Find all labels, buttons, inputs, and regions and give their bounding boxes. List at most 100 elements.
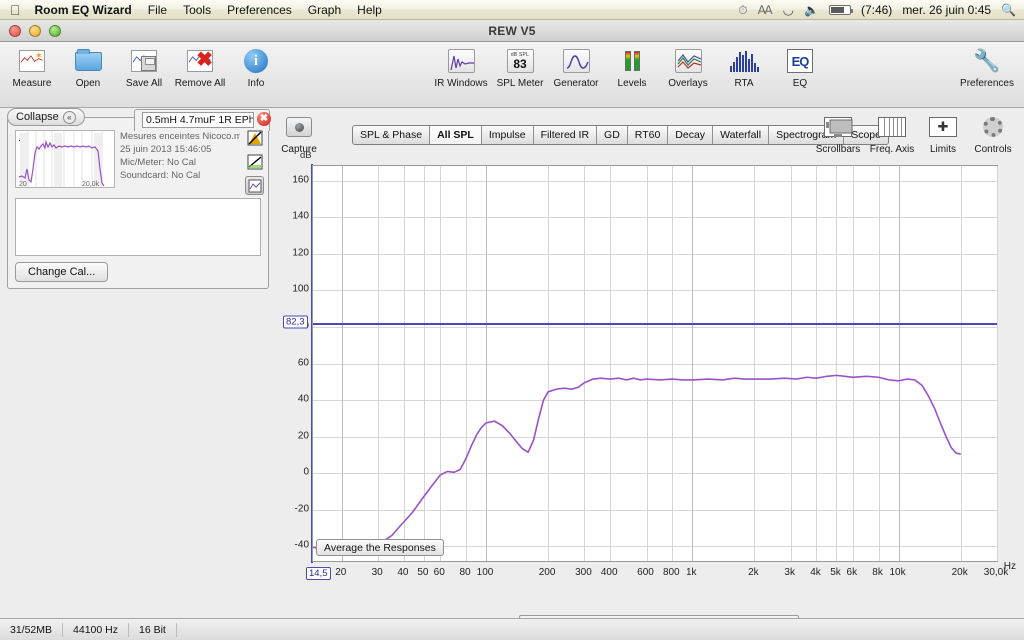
x-tick-label: 60	[433, 567, 445, 578]
notes-field[interactable]	[15, 198, 261, 256]
remove-all-label: Remove All	[174, 78, 226, 89]
limits-label: Limits	[929, 144, 957, 155]
x-start-tag[interactable]: 14,5	[306, 567, 331, 580]
freq-axis-button[interactable]: Freq. Axis	[864, 112, 920, 155]
eq-label: EQ	[792, 78, 808, 89]
apple-menu-icon[interactable]: 	[10, 3, 21, 17]
open-button[interactable]: Open	[60, 46, 116, 89]
tab-waterfall[interactable]: Waterfall	[713, 126, 770, 144]
menubar-clock[interactable]: mer. 26 juin 0:45	[902, 3, 991, 17]
plot-area[interactable]	[312, 165, 998, 562]
menu-item-graph[interactable]: Graph	[308, 3, 341, 17]
limits-button[interactable]: ✚ Limits	[920, 112, 966, 155]
remove-all-button[interactable]: ✖ Remove All	[172, 46, 228, 89]
overlays-icon	[673, 46, 703, 76]
menu-item-help[interactable]: Help	[357, 3, 382, 17]
x-tick-label: 2k	[748, 567, 759, 578]
measure-button[interactable]: ✶ Measure	[4, 46, 60, 89]
tab-spl-phase[interactable]: SPL & Phase	[353, 126, 431, 144]
x-tick-label: 4k	[810, 567, 821, 578]
graph-tabstrip: SPL & Phase All SPL Impulse Filtered IR …	[352, 125, 889, 145]
tab-rt60[interactable]: RT60	[627, 126, 669, 144]
save-all-button[interactable]: Save All	[116, 46, 172, 89]
tab-all-spl[interactable]: All SPL	[430, 126, 482, 144]
x-tick-label: 40	[397, 567, 409, 578]
y-tick-label: 120	[292, 247, 309, 259]
change-cal-button[interactable]: Change Cal...	[15, 262, 109, 282]
measurement-thumbnail[interactable]: 1 20 20,0k	[15, 130, 115, 188]
eq-button[interactable]: EQ EQ	[772, 46, 828, 89]
overlays-button[interactable]: Overlays	[660, 46, 716, 89]
wifi-icon[interactable]: ◡	[783, 2, 794, 18]
scale-icon[interactable]	[245, 128, 264, 147]
average-responses-label: Average the Responses	[324, 541, 436, 554]
ruler-icon[interactable]	[245, 176, 264, 195]
level-marker-line[interactable]	[313, 322, 997, 325]
remove-all-icon: ✖	[185, 46, 215, 76]
menu-app-name[interactable]: Room EQ Wizard	[35, 3, 132, 17]
y-tick-label: 0	[303, 466, 309, 478]
measurement-meta: Mesures enceintes Nicoco.m 25 juin 2013 …	[120, 130, 240, 182]
rta-icon	[729, 46, 759, 76]
status-samplerate: 44100 Hz	[73, 623, 118, 636]
level-marker-tag[interactable]: 82,3	[283, 315, 308, 329]
tab-decay[interactable]: Decay	[668, 126, 714, 144]
status-bar: 31/52MB 44100 Hz 16 Bit	[0, 618, 1024, 640]
x-tick-label: 30	[371, 567, 383, 578]
x-tick-label: 800	[662, 567, 680, 578]
controls-gear-icon	[978, 112, 1008, 142]
spl-meter-button[interactable]: dB SPL 83 SPL Meter	[492, 46, 548, 89]
x-tick-label: 1k	[686, 567, 697, 578]
svg-text:20,0k: 20,0k	[82, 181, 100, 188]
chevron-double-left-icon: «	[62, 110, 76, 124]
spl-meter-value: 83	[513, 56, 527, 71]
generator-label: Generator	[553, 78, 599, 89]
measurement-side-buttons	[245, 128, 264, 195]
svg-text:20: 20	[19, 181, 27, 188]
bluetooth-icon[interactable]: Ꜳ	[758, 4, 773, 16]
spotlight-icon[interactable]: 🔍	[1001, 4, 1016, 16]
battery-icon[interactable]	[828, 4, 853, 15]
capture-button[interactable]: Capture	[278, 112, 320, 155]
info-button[interactable]: i Info	[228, 46, 284, 89]
x-tick-label: 20k	[951, 567, 968, 578]
generator-icon	[561, 46, 591, 76]
x-tick-label: 100	[476, 567, 494, 578]
y-tick-label: -40	[294, 539, 309, 551]
info-label: Info	[247, 78, 265, 89]
open-label: Open	[75, 78, 101, 89]
controls-button[interactable]: Controls	[966, 112, 1020, 155]
x-tick-label: 6k	[846, 567, 858, 578]
y-tick-label: 20	[297, 430, 309, 442]
time-machine-icon[interactable]: ⏱	[738, 4, 747, 16]
app-window: REW V5 ✶ Measure Open Save All ✖ Remove …	[0, 20, 1024, 640]
menu-item-tools[interactable]: Tools	[183, 3, 211, 17]
tab-gd[interactable]: GD	[597, 126, 628, 144]
preferences-label: Preferences	[960, 78, 1014, 89]
scrollbars-icon	[823, 112, 853, 142]
x-tick-label: 5k	[830, 567, 841, 578]
menu-item-preferences[interactable]: Preferences	[227, 3, 292, 17]
menu-item-file[interactable]: File	[148, 3, 167, 17]
levels-label: Levels	[617, 78, 647, 89]
x-tick-label: 3k	[784, 567, 795, 578]
levels-button[interactable]: Levels	[604, 46, 660, 89]
y-axis-unit: dB	[300, 150, 312, 161]
rta-label: RTA	[734, 78, 754, 89]
measurement-name-field[interactable]: 0.5mH 4.7muF 1R EPh	[142, 112, 254, 128]
close-icon[interactable]: ✖	[257, 112, 271, 126]
generator-button[interactable]: Generator	[548, 46, 604, 89]
rta-button[interactable]: RTA	[716, 46, 772, 89]
offset-icon[interactable]	[245, 152, 264, 171]
preferences-button[interactable]: 🔧 Preferences	[954, 46, 1020, 89]
y-tick-label: 40	[297, 393, 309, 405]
ir-windows-button[interactable]: IR Windows	[430, 46, 492, 89]
tab-filtered-ir[interactable]: Filtered IR	[533, 126, 598, 144]
average-responses-button[interactable]: Average the Responses	[316, 539, 444, 556]
collapse-button[interactable]: Collapse «	[7, 108, 85, 126]
volume-icon[interactable]: 🔈	[804, 4, 819, 16]
tab-impulse[interactable]: Impulse	[481, 126, 534, 144]
measure-icon: ✶	[17, 46, 47, 76]
freq-axis-label: Freq. Axis	[869, 144, 915, 155]
scrollbars-button[interactable]: Scrollbars	[812, 112, 864, 155]
